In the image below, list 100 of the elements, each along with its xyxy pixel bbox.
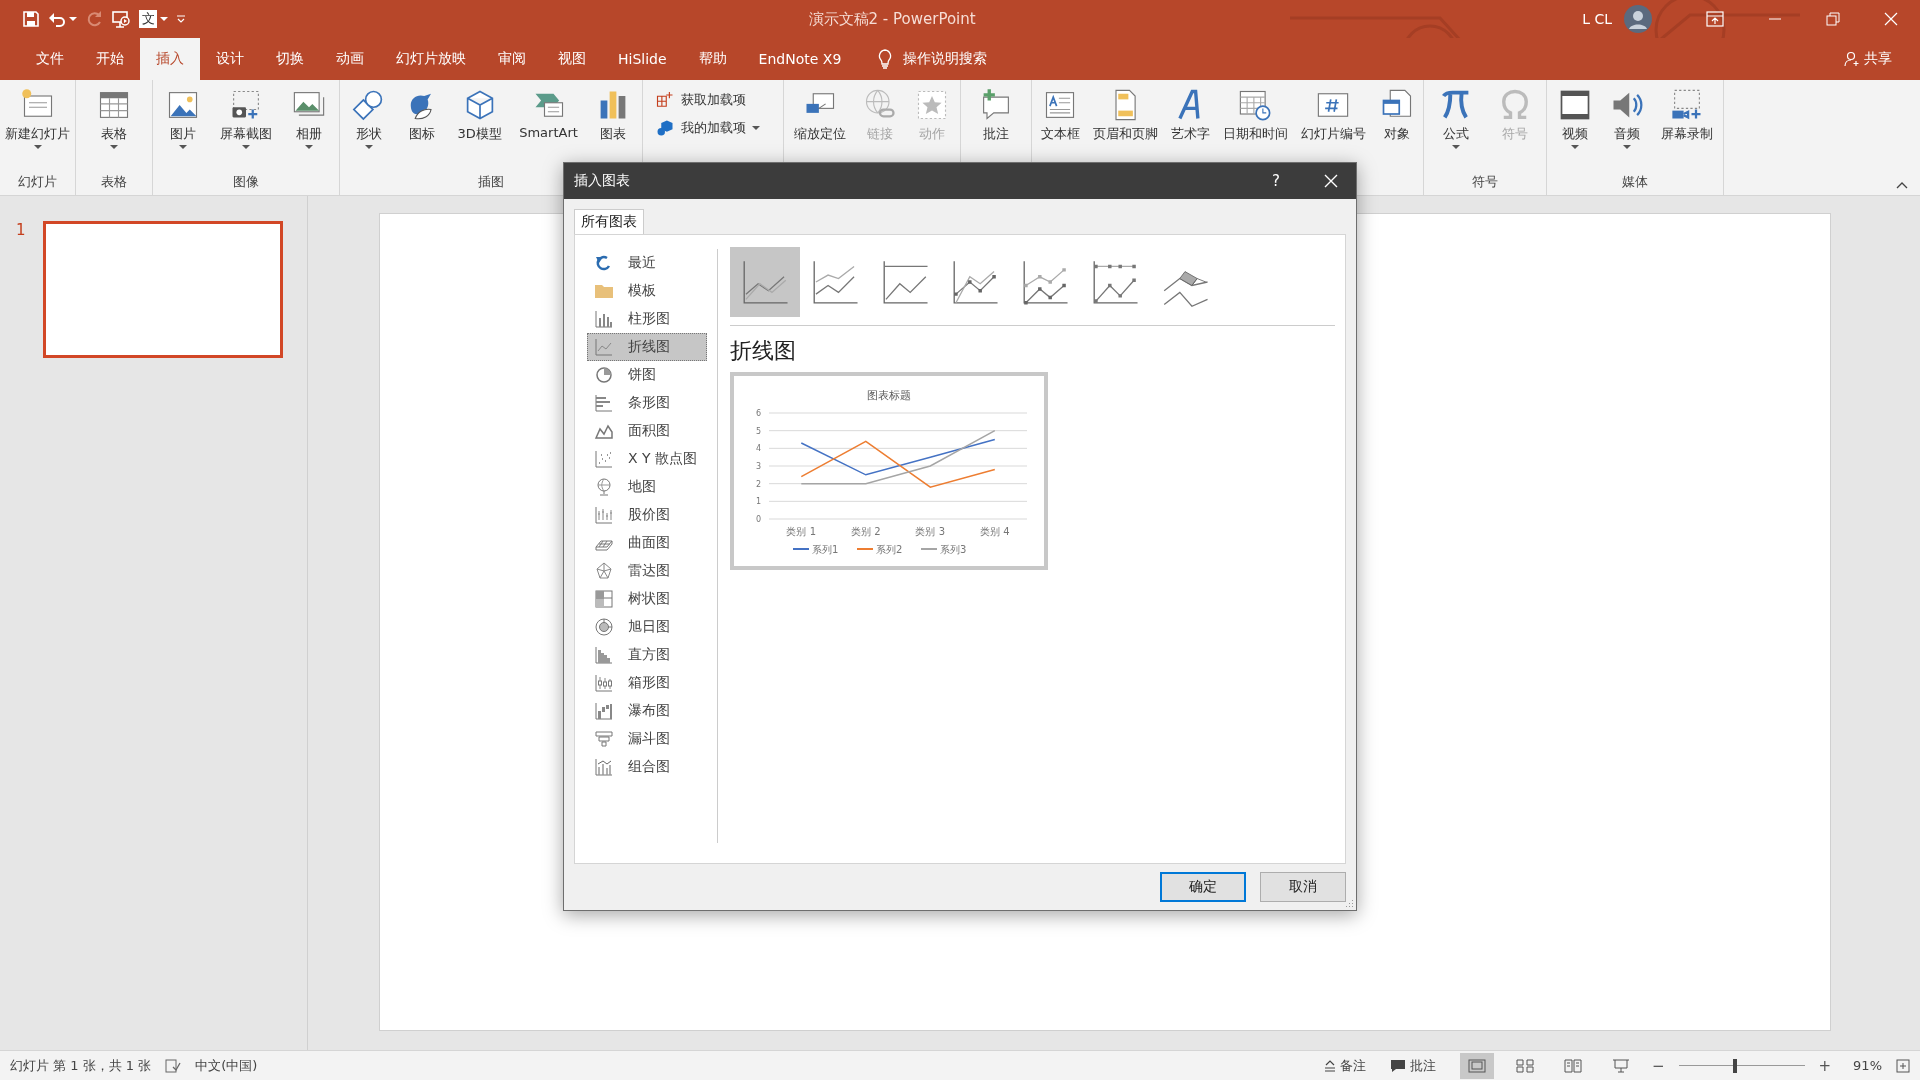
group-label: 媒体	[1622, 173, 1648, 191]
notes-button[interactable]: 备注	[1323, 1056, 1366, 1075]
share-button[interactable]: 共享	[1844, 38, 1892, 80]
chart-type-item[interactable]: 面积图	[587, 417, 707, 445]
ribbon-button[interactable]: 图片	[161, 85, 204, 152]
ribbon-button[interactable]: 公式	[1434, 85, 1477, 152]
ribbon-button[interactable]: 文本框	[1037, 85, 1083, 145]
quick-access-button[interactable]	[22, 10, 40, 28]
box-plot-icon	[594, 673, 614, 693]
axis-category-label: 类别 1	[786, 526, 816, 537]
ribbon-tab[interactable]: 幻灯片放映	[380, 38, 482, 80]
ribbon-button[interactable]: 日期和时间	[1219, 85, 1291, 145]
ribbon-tab[interactable]: 动画	[320, 38, 380, 80]
ribbon-tab[interactable]: EndNote X9	[742, 38, 858, 80]
zoom-out-button[interactable]: −	[1651, 1056, 1665, 1075]
ribbon-button[interactable]: 视频	[1554, 85, 1596, 152]
chart-type-item[interactable]: 模板	[587, 277, 707, 305]
ribbon-tab[interactable]: 切换	[260, 38, 320, 80]
quick-access-button[interactable]: 文	[139, 10, 168, 28]
chart-type-item[interactable]: 树状图	[587, 585, 707, 613]
ribbon-button[interactable]: 新建幻灯片	[2, 85, 73, 152]
chart-type-item[interactable]: 旭日图	[587, 613, 707, 641]
slider-thumb[interactable]	[1733, 1058, 1738, 1073]
dialog-button[interactable]: 取消	[1260, 872, 1346, 902]
ribbon-button[interactable]: 3D模型	[454, 85, 505, 145]
person-icon	[1844, 51, 1860, 67]
ribbon-tab[interactable]: 审阅	[482, 38, 542, 80]
dialog-tab[interactable]: 所有图表	[574, 209, 644, 234]
ribbon-button[interactable]: 幻灯片编号	[1297, 85, 1369, 145]
customize-icon	[176, 14, 186, 24]
view-button[interactable]	[1459, 1052, 1494, 1079]
resize-grip-icon[interactable]	[1344, 898, 1354, 908]
chart-style-button[interactable]	[730, 247, 800, 317]
help-button[interactable]: ?	[1272, 172, 1280, 190]
chart-type-item[interactable]: 曲面图	[587, 529, 707, 557]
tell-me-search[interactable]: 操作说明搜索	[877, 38, 988, 80]
ribbon-button[interactable]: 页眉和页脚	[1089, 85, 1161, 145]
spell-check-icon[interactable]	[165, 1058, 182, 1073]
comment-icon	[1389, 1058, 1406, 1073]
fit-slide-icon[interactable]	[1896, 1058, 1910, 1073]
avatar[interactable]	[1624, 5, 1652, 33]
ribbon-tab[interactable]: 帮助	[682, 38, 743, 80]
chart-type-item[interactable]: 漏斗图	[587, 725, 707, 753]
quick-access-button[interactable]	[111, 10, 131, 28]
ribbon-tab[interactable]: 设计	[200, 38, 260, 80]
chart-type-item[interactable]: X Y 散点图	[587, 445, 707, 473]
close-button[interactable]	[1324, 174, 1338, 188]
chart-type-item[interactable]: 柱形图	[587, 305, 707, 333]
line-chart-icon	[594, 337, 614, 357]
zoom-in-button[interactable]: +	[1818, 1056, 1832, 1075]
chart-type-item[interactable]: 股价图	[587, 501, 707, 529]
chart-type-item[interactable]: 直方图	[587, 641, 707, 669]
quick-access-button[interactable]	[176, 14, 186, 24]
group-label: 表格	[101, 173, 127, 191]
chart-preview[interactable]: 图表标题 0 1 2 3 4 5 6 类别 1 类别 2 类别 3 类别 4 系列1 系列2 系列3	[730, 372, 1048, 570]
ribbon-tab[interactable]: 开始	[80, 38, 140, 80]
comments-button[interactable]: 批注	[1389, 1056, 1436, 1075]
ribbon-button[interactable]: 表格	[93, 85, 135, 152]
bar-chart-icon	[594, 393, 614, 413]
chart-type-item[interactable]: 条形图	[587, 389, 707, 417]
restore-icon[interactable]	[1826, 12, 1840, 26]
ribbon-button[interactable]: 形状	[347, 85, 390, 152]
chart-type-item[interactable]: 瀑布图	[587, 697, 707, 725]
ribbon-button[interactable]: 对象	[1375, 85, 1418, 145]
dialog-button[interactable]: 确定	[1160, 872, 1246, 902]
ribbon-button[interactable]: 图标	[401, 85, 444, 145]
ribbon-tab[interactable]: 视图	[542, 38, 602, 80]
column-chart-icon	[594, 309, 614, 329]
save-icon	[22, 10, 40, 28]
ribbon-button[interactable]: 相册	[288, 85, 331, 152]
chart-type-item[interactable]: 饼图	[587, 361, 707, 389]
zoom-level[interactable]: 91%	[1853, 1058, 1882, 1073]
language[interactable]: 中文(中国)	[195, 1056, 258, 1075]
ribbon-button[interactable]: 音频	[1606, 85, 1648, 152]
chart-type-item[interactable]: 最近	[587, 249, 707, 277]
ribbon-button[interactable]: SmartArt	[516, 85, 581, 142]
chart-type-item[interactable]: 组合图	[587, 753, 707, 781]
chart-type-item[interactable]: 箱形图	[587, 669, 707, 697]
ribbon-button[interactable]: 图表	[592, 85, 635, 145]
legend-label: 系列2	[876, 544, 903, 555]
slide-thumbnail[interactable]	[43, 221, 283, 358]
ribbon-button[interactable]: 屏幕截图	[217, 85, 275, 152]
ribbon-tab[interactable]: HiSlide	[602, 38, 683, 80]
collapse-icon[interactable]	[1896, 181, 1908, 189]
group-label: 图像	[233, 173, 259, 191]
axis-tick-label: 0	[755, 515, 761, 524]
ribbon-button[interactable]: 获取加载项	[655, 90, 746, 110]
ribbon-button[interactable]: 我的加载项	[655, 118, 760, 138]
chart-type-item[interactable]: 地图	[587, 473, 707, 501]
ribbon-button[interactable]: 缩放定位	[791, 85, 849, 145]
ribbon-button[interactable]: 艺术字	[1167, 85, 1213, 145]
ribbon-tab[interactable]: 插入	[140, 38, 200, 80]
ribbon-button[interactable]: 屏幕录制	[1658, 85, 1716, 145]
axis-tick-label: 5	[755, 426, 761, 436]
ribbon-tab[interactable]: 文件	[20, 38, 80, 80]
ribbon-display-icon[interactable]	[1706, 11, 1724, 27]
close-icon[interactable]	[1884, 12, 1898, 26]
chart-type-item[interactable]: 雷达图	[587, 557, 707, 585]
ribbon-button[interactable]: 批注	[975, 85, 1017, 145]
chart-type-item[interactable]: 折线图	[587, 333, 707, 361]
